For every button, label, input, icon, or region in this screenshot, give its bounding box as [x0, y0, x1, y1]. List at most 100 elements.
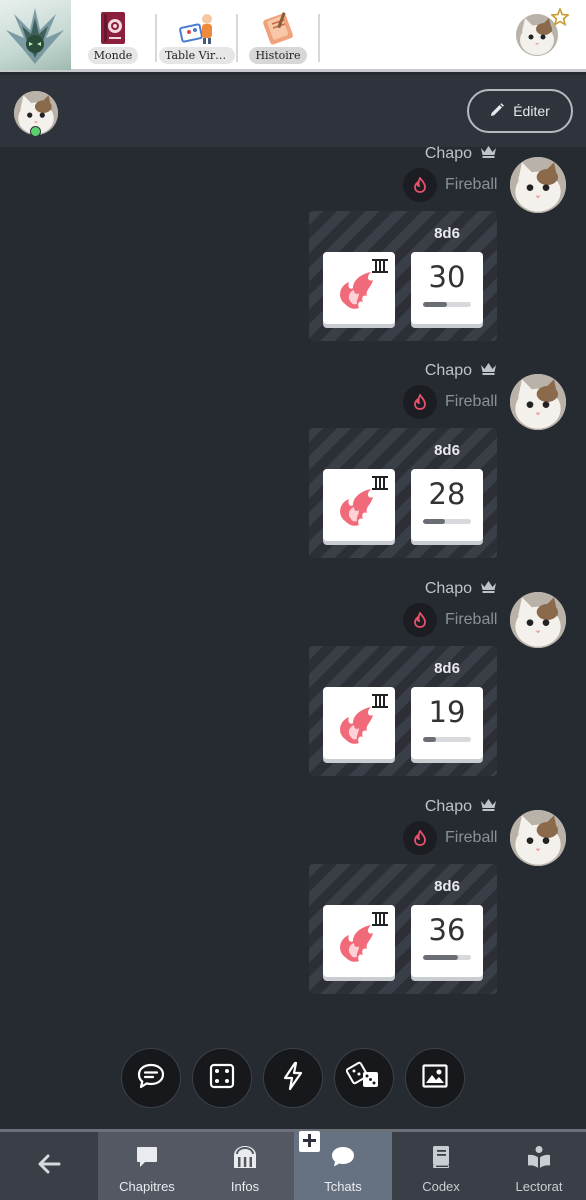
roll-card[interactable]: 8d6 30 — [309, 211, 497, 341]
crown-icon — [480, 145, 497, 163]
roll-card[interactable]: 8d6 28 — [309, 428, 497, 558]
dice-roll-message: Chapo Fireball 8d6 36 — [0, 797, 586, 1015]
die-face — [323, 469, 395, 541]
level-roman-icon — [372, 258, 388, 273]
roll-formula: 8d6 — [434, 878, 460, 895]
scroll-book-icon — [258, 10, 298, 46]
roll-formula: 8d6 — [434, 660, 460, 677]
roll-result: 30 — [411, 252, 483, 324]
message-author: Chapo — [425, 579, 497, 599]
star-badge-icon — [550, 6, 570, 27]
two-dice-icon — [345, 1061, 382, 1095]
nav-chapitres[interactable]: Chapitres — [98, 1132, 196, 1200]
nav-lectorat[interactable]: Lectorat — [490, 1132, 586, 1200]
arch-icon — [232, 1145, 258, 1173]
pencil-icon — [490, 102, 505, 120]
app-logo[interactable] — [0, 0, 71, 70]
roll-card[interactable]: 8d6 36 — [309, 864, 497, 994]
level-roman-icon — [372, 475, 388, 490]
roll-result: 19 — [411, 687, 483, 759]
tab-histoire[interactable]: Histoire — [238, 0, 318, 70]
action-tag: Fireball — [403, 385, 497, 419]
arrow-left-icon — [37, 1154, 61, 1178]
roll-formula: 8d6 — [434, 225, 460, 242]
message-author: Chapo — [425, 797, 497, 817]
roll-progress-bar — [423, 519, 471, 524]
comment-icon — [135, 1145, 159, 1173]
fire-icon — [403, 385, 437, 419]
roll-progress-fill — [423, 519, 445, 524]
new-chat-plus-button[interactable] — [299, 1131, 320, 1152]
roll-dice-button[interactable] — [334, 1048, 394, 1108]
dice-roll-message: Chapo Fireball 8d6 19 — [0, 579, 586, 797]
quick-action-button[interactable] — [263, 1048, 323, 1108]
roll-formula: 8d6 — [434, 442, 460, 459]
action-tag: Fireball — [403, 168, 497, 202]
dice-button[interactable] — [192, 1048, 252, 1108]
roll-total: 19 — [428, 695, 466, 729]
dice-roll-message: Chapo Fireball 8d6 28 — [0, 361, 586, 579]
table-game-icon — [177, 10, 217, 46]
action-bar — [0, 1048, 586, 1108]
author-avatar[interactable] — [510, 157, 566, 213]
tab-label: Monde — [87, 47, 139, 64]
fireball-icon — [323, 925, 395, 981]
fireball-icon — [323, 707, 395, 763]
roll-progress-bar — [423, 737, 471, 742]
chat-bubble-button[interactable] — [121, 1048, 181, 1108]
dice-icon — [208, 1062, 236, 1094]
roll-progress-bar — [423, 955, 471, 960]
author-avatar[interactable] — [510, 374, 566, 430]
tab-label: Histoire — [249, 47, 307, 64]
message-author: Chapo — [425, 361, 497, 381]
dice-roll-message: Chapo Fireball 8d6 30 — [0, 144, 586, 362]
roll-progress-bar — [423, 302, 471, 307]
roll-total: 30 — [428, 260, 466, 294]
book-icon — [93, 10, 133, 46]
message-author: Chapo — [425, 144, 497, 164]
image-button[interactable] — [405, 1048, 465, 1108]
edit-label: Éditer — [513, 103, 550, 119]
roll-card[interactable]: 8d6 19 — [309, 646, 497, 776]
author-avatar[interactable] — [510, 810, 566, 866]
nav-codex[interactable]: Codex — [392, 1132, 490, 1200]
fire-icon — [403, 821, 437, 855]
book-closed-icon — [430, 1145, 452, 1173]
nav-infos[interactable]: Infos — [196, 1132, 294, 1200]
roll-progress-fill — [423, 955, 458, 960]
back-button[interactable] — [0, 1132, 98, 1200]
die-face — [323, 905, 395, 977]
chat-icon — [330, 1145, 356, 1173]
reader-icon — [526, 1145, 552, 1173]
author-avatar[interactable] — [510, 592, 566, 648]
roll-total: 28 — [428, 477, 466, 511]
crown-icon — [480, 580, 497, 598]
top-navigation: Monde Table Virtuelle — [0, 0, 586, 72]
edit-button[interactable]: Éditer — [467, 89, 573, 133]
roll-result: 28 — [411, 469, 483, 541]
fireball-icon — [323, 489, 395, 545]
tab-label: Table Virtuelle — [159, 47, 235, 64]
fireball-icon — [323, 272, 395, 328]
bottom-navigation: Chapitres Infos Tchats Codex Lectorat — [0, 1129, 586, 1200]
image-icon — [421, 1063, 449, 1093]
level-roman-icon — [372, 911, 388, 926]
crown-icon — [480, 362, 497, 380]
roll-total: 36 — [428, 913, 466, 947]
action-tag: Fireball — [403, 821, 497, 855]
fire-icon — [403, 168, 437, 202]
die-face — [323, 252, 395, 324]
tab-divider — [318, 14, 320, 62]
tab-table-virtuelle[interactable]: Table Virtuelle — [157, 0, 237, 70]
tab-monde[interactable]: Monde — [73, 0, 153, 70]
roll-result: 36 — [411, 905, 483, 977]
die-face — [323, 687, 395, 759]
lightning-icon — [281, 1061, 305, 1095]
fire-icon — [403, 603, 437, 637]
roll-progress-fill — [423, 737, 437, 742]
level-roman-icon — [372, 693, 388, 708]
action-tag: Fireball — [403, 603, 497, 637]
plus-icon — [303, 1133, 316, 1151]
crown-icon — [480, 798, 497, 816]
chat-bubble-icon — [136, 1062, 166, 1094]
